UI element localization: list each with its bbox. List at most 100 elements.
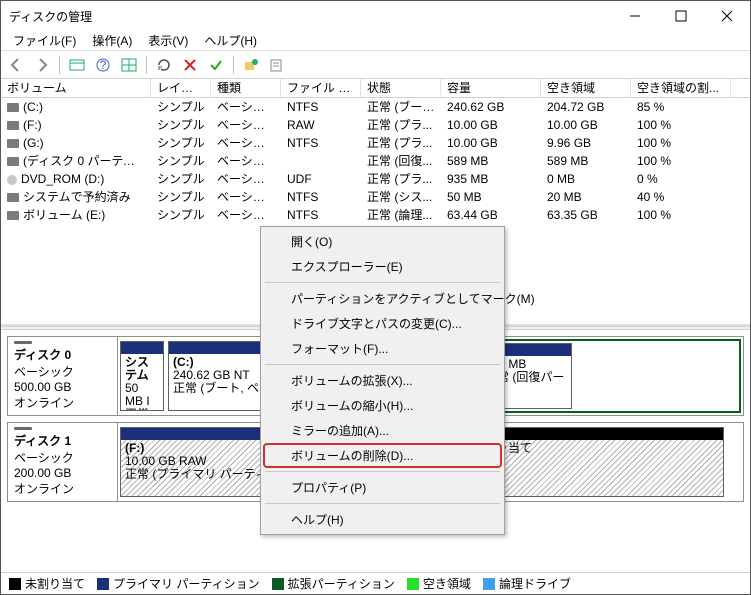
toolbar-view-icon[interactable] [66,54,88,76]
toolbar-grid-icon[interactable] [118,54,140,76]
legend-label: 未割り当て [25,575,85,592]
disk-info-line: オンライン [14,480,111,497]
cell: 正常 (論理... [361,206,441,224]
menu-help[interactable]: ヘルプ(H) [198,30,263,51]
ctx-mirror[interactable]: ミラーの追加(A)... [263,418,502,443]
cell: 正常 (プラ... [361,170,441,188]
properties-icon[interactable] [266,54,288,76]
cell: ベーシック [211,206,281,224]
ctx-properties[interactable]: プロパティ(P) [263,475,502,500]
disk-info[interactable]: ディスク 0ベーシック500.00 GBオンライン [8,337,118,415]
column-header[interactable]: ファイル システム [281,79,361,97]
ctx-format[interactable]: フォーマット(F)... [263,336,502,361]
drive-icon [7,193,19,202]
cell: NTFS [281,98,361,116]
column-header[interactable]: ボリューム [1,79,151,97]
maximize-button[interactable] [658,1,704,31]
cell: 10.00 GB [441,116,541,134]
cell: 正常 (プラ... [361,134,441,152]
disk-info-line: ディスク 0 [14,346,111,363]
help-icon[interactable]: ? [92,54,114,76]
disk-info-line: オンライン [14,394,111,411]
disk-info-line: ディスク 1 [14,432,111,449]
legend-label: 空き領域 [423,575,471,592]
forward-button[interactable] [31,54,53,76]
close-button[interactable] [704,1,750,31]
column-header[interactable]: 容量 [441,79,541,97]
drive-icon [7,103,19,112]
menubar: ファイル(F) 操作(A) 表示(V) ヘルプ(H) [1,31,750,51]
partition-bar [121,342,163,354]
legend-swatch-free [407,578,419,590]
cell: 20 MB [541,188,631,206]
partition-body: (C:)240.62 GB NT正常 (ブート, ペ [169,354,267,410]
cell: 240.62 GB [441,98,541,116]
volume-row[interactable]: (C:)シンプルベーシックNTFS正常 (ブート...240.62 GB204.… [1,98,750,116]
cell: 正常 (プラ... [361,116,441,134]
ctx-help[interactable]: ヘルプ(H) [263,507,502,532]
cell: 0 MB [541,170,631,188]
ctx-change-letter[interactable]: ドライブ文字とパスの変更(C)... [263,311,502,336]
delete-icon[interactable] [179,54,201,76]
ctx-explorer[interactable]: エクスプローラー(E) [263,254,502,279]
refresh-icon[interactable] [153,54,175,76]
partition[interactable]: システム50 MB I正常 (シ [120,341,164,411]
cell: 63.35 GB [541,206,631,224]
disk-info-line: 500.00 GB [14,380,111,394]
cell: 10.00 GB [441,134,541,152]
volume-name-cell: DVD_ROM (D:) [1,170,151,188]
cell: ベーシック [211,116,281,134]
drive-icon [7,121,19,130]
cell: シンプル [151,152,211,170]
column-header[interactable]: 種類 [211,79,281,97]
ctx-open[interactable]: 開く(O) [263,229,502,254]
ctx-separator [265,282,500,283]
cell: UDF [281,170,361,188]
context-menu: 開く(O) エクスプローラー(E) パーティションをアクティブとしてマーク(M)… [260,226,505,535]
volume-row[interactable]: DVD_ROM (D:)シンプルベーシックUDF正常 (プラ...935 MB0… [1,170,750,188]
partition[interactable]: 割り当て [479,427,724,497]
column-header[interactable]: 状態 [361,79,441,97]
ctx-shrink[interactable]: ボリュームの縮小(H)... [263,393,502,418]
column-header[interactable]: レイアウト [151,79,211,97]
toolbar-separator [59,56,60,74]
new-volume-icon[interactable] [240,54,262,76]
apply-icon[interactable] [205,54,227,76]
disk-info[interactable]: ディスク 1ベーシック200.00 GBオンライン [8,423,118,501]
cell: シンプル [151,206,211,224]
cell: シンプル [151,98,211,116]
ctx-separator [265,503,500,504]
volume-row[interactable]: ボリューム (E:)シンプルベーシックNTFS正常 (論理...63.44 GB… [1,206,750,224]
cell: 9.96 GB [541,134,631,152]
partition[interactable]: (C:)240.62 GB NT正常 (ブート, ペ [168,341,268,411]
column-header[interactable]: 空き領域の割... [631,79,731,97]
dvd-icon [7,175,17,185]
menu-file[interactable]: ファイル(F) [7,30,82,51]
titlebar: ディスクの管理 [1,1,750,31]
cell: NTFS [281,134,361,152]
volume-row[interactable]: (F:)シンプルベーシックRAW正常 (プラ...10.00 GB10.00 G… [1,116,750,134]
disk-info-line: ベーシック [14,449,111,466]
drive-icon [7,139,19,148]
drive-icon [7,157,19,166]
volume-row[interactable]: (ディスク 0 パーティシ...シンプルベーシック正常 (回復...589 MB… [1,152,750,170]
menu-view[interactable]: 表示(V) [142,30,194,51]
ctx-extend[interactable]: ボリュームの拡張(X)... [263,368,502,393]
disk-info-line: 200.00 GB [14,466,111,480]
disk-icon [14,427,32,430]
column-header[interactable]: 空き領域 [541,79,631,97]
partition-body: 割り当て [480,440,723,496]
legend-swatch-extended [272,578,284,590]
ctx-mark-active[interactable]: パーティションをアクティブとしてマーク(M) [263,286,502,311]
menu-action[interactable]: 操作(A) [86,30,138,51]
volume-row[interactable]: (G:)シンプルベーシックNTFS正常 (プラ...10.00 GB9.96 G… [1,134,750,152]
ctx-delete-volume[interactable]: ボリュームの削除(D)... [263,443,502,468]
minimize-button[interactable] [612,1,658,31]
partition-bar [480,428,723,440]
cell: 0 % [631,170,731,188]
cell: シンプル [151,170,211,188]
volume-row[interactable]: システムで予約済みシンプルベーシックNTFS正常 (シス...50 MB20 M… [1,188,750,206]
volume-name-cell: ボリューム (E:) [1,206,151,224]
cell [281,152,361,170]
back-button[interactable] [5,54,27,76]
